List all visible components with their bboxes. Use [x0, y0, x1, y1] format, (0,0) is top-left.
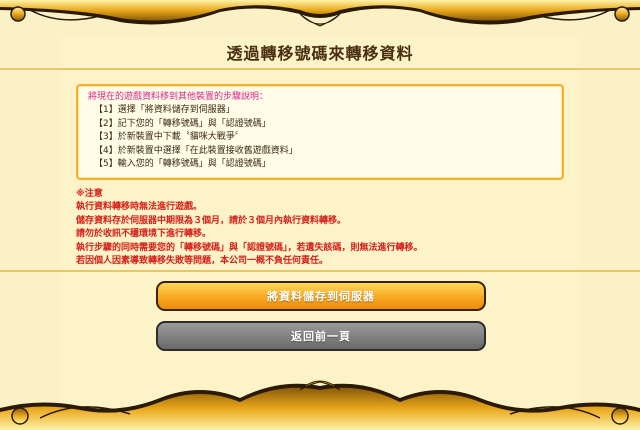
save-to-server-button[interactable]: 將資料儲存到伺服器 [156, 281, 486, 311]
step-item-3: 【3】於新裝置中下載〝貓咪大戰爭〞 [94, 132, 244, 142]
page-title: 透過轉移號碼來轉移資料 [226, 44, 414, 63]
note-item-3: 請勿於收訊不穩環境下進行轉移。 [76, 229, 212, 239]
note-item-4: 執行步驟的同時需要您的「轉移號碼」與「認證號碼」，若遺失該碼，則無法進行轉移。 [76, 242, 423, 253]
note-item-1: 執行資料轉移時無法進行遊戲。 [76, 202, 203, 212]
buttons-divider [0, 270, 640, 272]
bottom-ornament-border [0, 380, 640, 430]
title-divider [0, 68, 640, 70]
top-ornament-border [0, 0, 640, 34]
notes-section: ※注意 執行資料轉移時無法進行遊戲。 儲存資料存於伺服器中期限為３個月，請於３個… [76, 188, 566, 269]
steps-box: 將現在的遊戲資料移到其他裝置的步驟說明： 【1】選擇「將資料儲存到伺服器」 【2… [76, 84, 564, 180]
steps-heading: 將現在的遊戲資料移到其他裝置的步驟說明： [88, 92, 269, 102]
note-item-2: 儲存資料存於伺服器中期限為３個月，請於３個月內執行資料轉移。 [76, 215, 347, 226]
step-item-1: 【1】選擇「將資料儲存到伺服器」 [94, 105, 235, 115]
note-item-5: 若因個人因素導致轉移失敗等問題，本公司一概不負任何責任。 [76, 256, 329, 266]
step-item-5: 【5】輸入您的「轉移號碼」與「認證號碼」 [94, 159, 271, 169]
back-button[interactable]: 返回前一頁 [156, 321, 486, 351]
step-item-2: 【2】記下您的「轉移號碼」與「認證號碼」 [94, 118, 271, 129]
notes-heading: ※注意 [76, 189, 103, 199]
step-item-4: 【4】於新裝置中選擇「在此裝置接收舊遊戲資料」 [94, 145, 298, 156]
